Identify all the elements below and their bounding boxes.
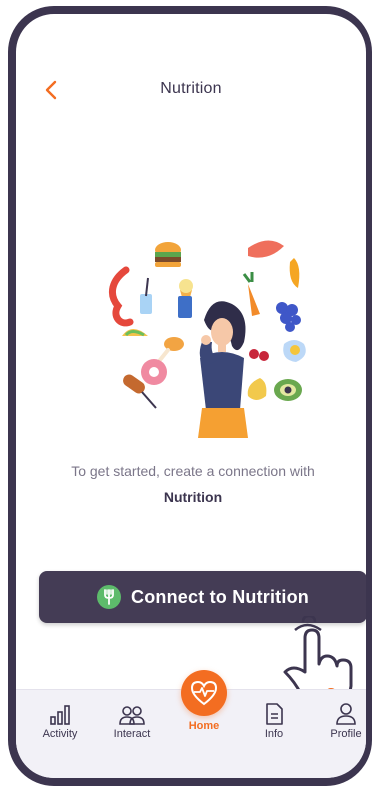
header: Nutrition	[16, 72, 366, 108]
fork-icon	[104, 589, 114, 605]
tab-profile-label: Profile	[330, 728, 362, 740]
activity-bars-icon	[50, 705, 70, 725]
tab-info[interactable]: Info	[242, 702, 306, 740]
heart-pulse-icon	[190, 680, 218, 706]
person-icon	[336, 703, 356, 725]
connect-button-label: Connect to Nutrition	[131, 586, 309, 607]
bottom-tab-bar: Activity Interact Home Info Profile	[16, 670, 366, 778]
tab-profile[interactable]: Profile	[314, 702, 366, 740]
people-icon	[119, 706, 145, 725]
tab-activity[interactable]: Activity	[28, 702, 92, 740]
tab-activity-label: Activity	[42, 728, 78, 740]
intro-text: To get started, create a connection with…	[36, 458, 350, 510]
phone-frame: Nutrition To get started, create a conne…	[8, 6, 372, 786]
tab-interact-label: Interact	[113, 728, 151, 740]
tab-home-label: Home	[188, 720, 220, 732]
fork-badge	[97, 585, 121, 609]
intro-provider: Nutrition	[163, 489, 223, 505]
nutrition-illustration	[108, 240, 306, 438]
intro-line: To get started, create a connection with	[71, 463, 315, 479]
tab-interact[interactable]: Interact	[100, 702, 164, 740]
document-icon	[266, 703, 283, 725]
tab-home[interactable]: Home	[172, 670, 236, 732]
home-button	[181, 670, 227, 716]
tab-info-label: Info	[264, 728, 284, 740]
page-title: Nutrition	[160, 80, 222, 97]
